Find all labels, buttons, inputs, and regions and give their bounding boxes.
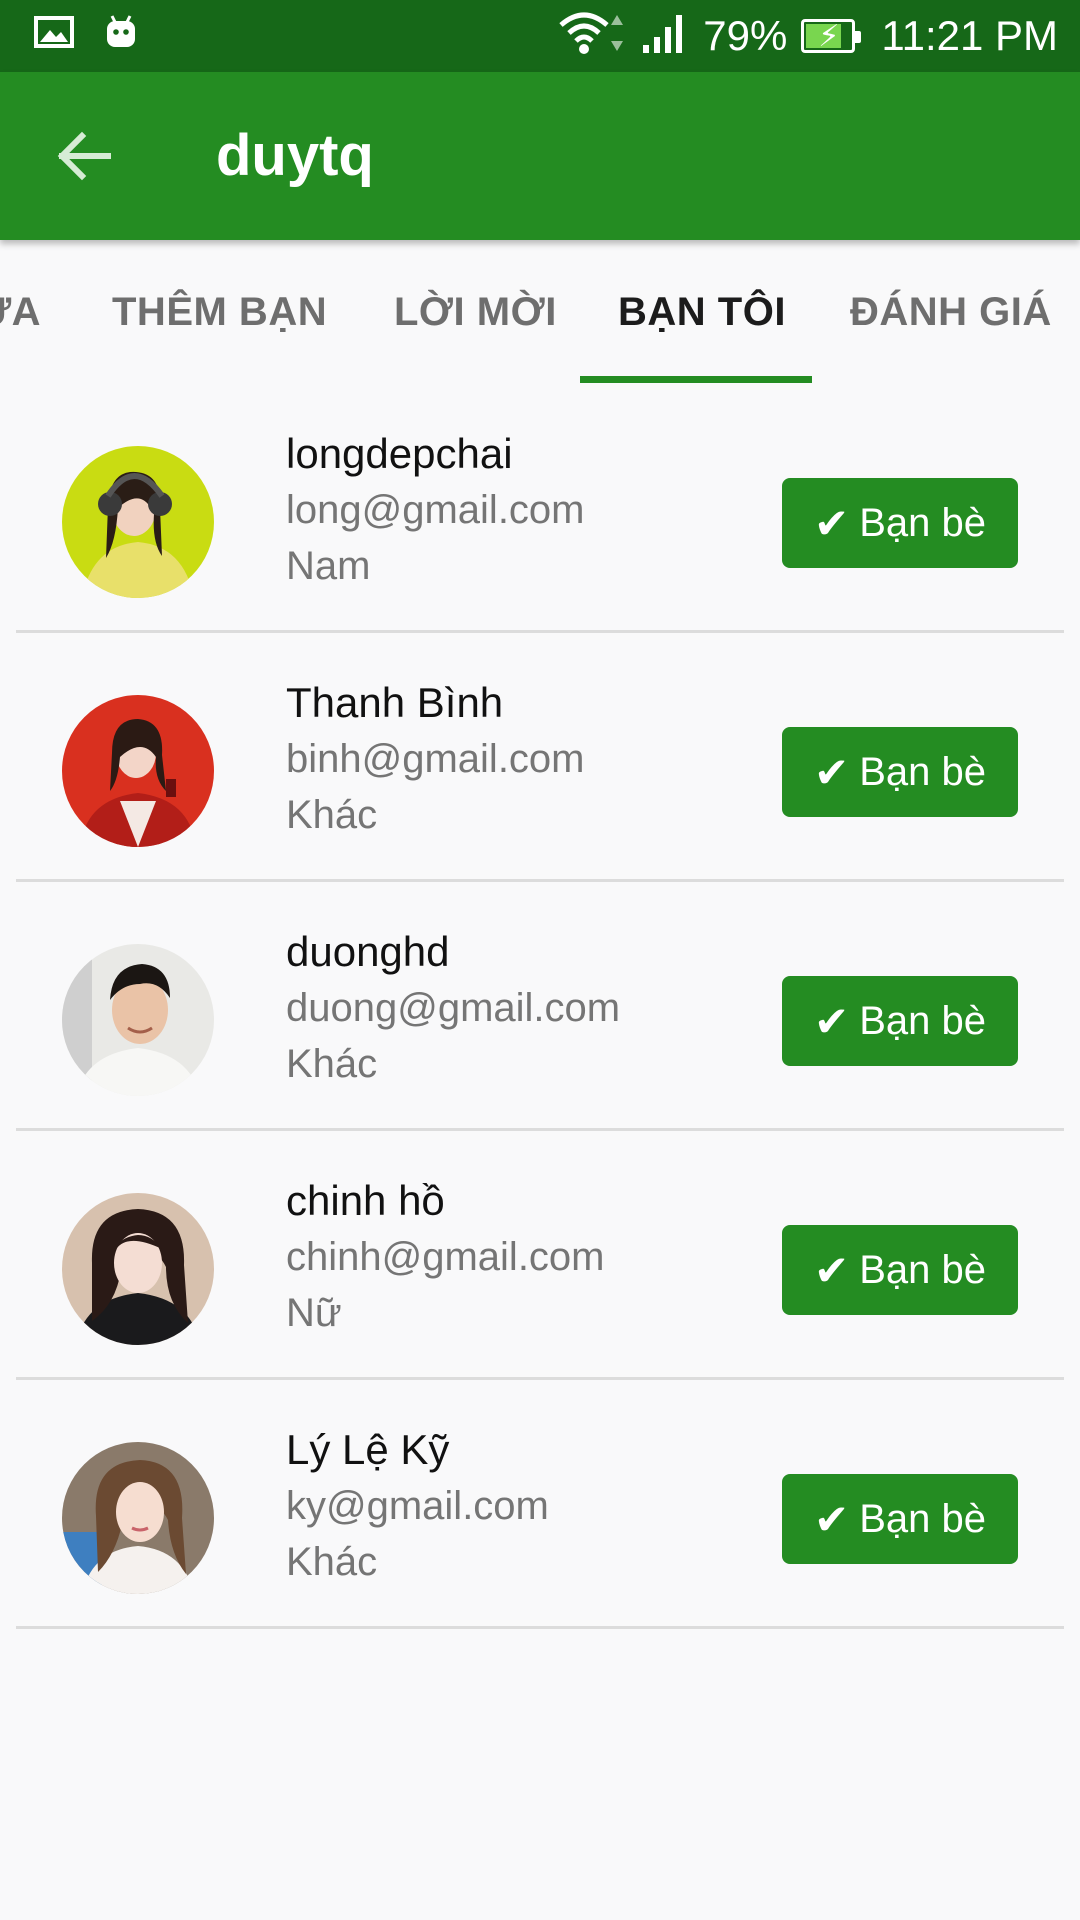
avatar[interactable] [62,446,214,598]
friend-status-button[interactable]: ✔ Bạn bè [782,727,1018,817]
friend-status-label: Bạn bè [859,1496,986,1541]
avatar[interactable] [62,1193,214,1345]
friend-name: longdepchai [286,430,513,477]
check-icon: ✔ [814,1246,850,1294]
friend-name: Thanh Bình [286,679,504,726]
back-button[interactable] [52,124,116,188]
clock: 11:21 PM [881,12,1058,59]
arrow-left-icon [57,131,111,181]
friend-gender: Nam [286,544,371,588]
friend-email: long@gmail.com [286,488,585,532]
list-item[interactable]: Lý Lệ Kỹ ky@gmail.com Khác ✔ Bạn bè [0,1380,1080,1629]
tab-add-friend[interactable]: THÊM BẠN [112,290,327,335]
battery-charging-icon: ⚡ [801,19,862,53]
friend-status-label: Bạn bè [859,749,986,794]
tab-reviews[interactable]: ĐÁNH GIÁ [850,290,1052,335]
friend-status-label: Bạn bè [859,1247,986,1292]
tab-my-friends[interactable]: BẠN TÔI [618,290,786,335]
avatar[interactable] [62,944,214,1096]
friend-email: ky@gmail.com [286,1484,549,1528]
friend-email: duong@gmail.com [286,986,621,1030]
friend-gender: Khác [286,1540,378,1584]
avatar[interactable] [62,1442,214,1594]
friend-status-button[interactable]: ✔ Bạn bè [782,1474,1018,1564]
friend-name: chinh hồ [286,1177,445,1224]
gallery-icon [34,16,74,53]
friend-name: Lý Lệ Kỹ [286,1426,450,1473]
tab-invitations[interactable]: LỜI MỜI [394,290,557,335]
friend-gender: Khác [286,1042,378,1086]
list-item[interactable]: duonghd duong@gmail.com Khác ✔ Bạn bè [0,882,1080,1131]
friend-email: chinh@gmail.com [286,1235,605,1279]
list-item[interactable]: longdepchai long@gmail.com Nam ✔ Bạn bè [0,384,1080,633]
friend-gender: Nữ [286,1291,342,1335]
page-title: duytq [216,123,374,188]
android-icon [104,14,138,55]
charging-bolt-icon: ⚡ [818,20,840,53]
friend-status-label: Bạn bè [859,998,986,1043]
battery-percent: 79% [703,12,788,59]
friend-status-label: Bạn bè [859,500,986,545]
status-bar: 79% ⚡ 11:21 PM [0,0,1080,72]
signal-icon [641,13,689,60]
check-icon: ✔ [814,748,850,796]
avatar[interactable] [62,695,214,847]
check-icon: ✔ [814,1495,850,1543]
friend-gender: Khác [286,793,378,837]
active-tab-indicator [580,376,812,383]
friend-status-button[interactable]: ✔ Bạn bè [782,1225,1018,1315]
friend-status-button[interactable]: ✔ Bạn bè [782,478,1018,568]
friend-list: longdepchai long@gmail.com Nam ✔ Bạn bè … [0,384,1080,1629]
app-bar: duytq [0,72,1080,240]
divider [16,1626,1064,1629]
check-icon: ✔ [814,499,850,547]
friend-name: duonghd [286,928,450,975]
wifi-icon [557,11,627,62]
status-bar-system: 79% ⚡ 11:21 PM [557,0,1058,72]
check-icon: ✔ [814,997,850,1045]
status-bar-notifications [34,14,138,55]
tab-bar: ỬA THÊM BẠN LỜI MỜI BẠN TÔI ĐÁNH GIÁ [0,240,1080,384]
list-item[interactable]: chinh hồ chinh@gmail.com Nữ ✔ Bạn bè [0,1131,1080,1380]
tab-edit[interactable]: ỬA [0,290,41,335]
friend-email: binh@gmail.com [286,737,585,781]
list-item[interactable]: Thanh Bình binh@gmail.com Khác ✔ Bạn bè [0,633,1080,882]
friend-status-button[interactable]: ✔ Bạn bè [782,976,1018,1066]
